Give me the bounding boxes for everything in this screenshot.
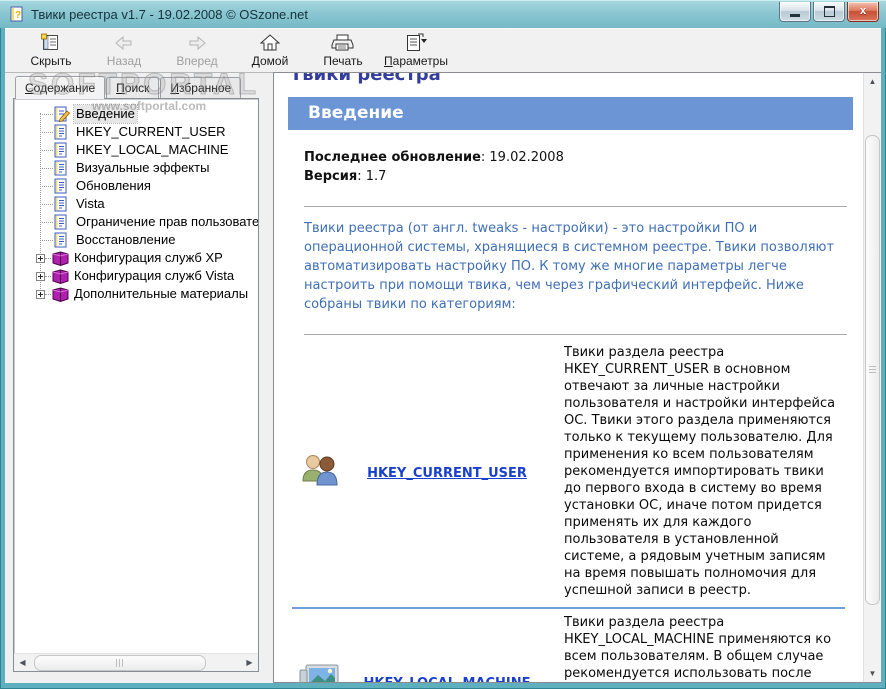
hide-button[interactable]: Скрыть — [15, 31, 87, 71]
back-label: Назад — [106, 54, 142, 68]
page-title: Твики реестра — [290, 73, 441, 85]
tree-horizontal-scrollbar[interactable]: ◀ ▶ — [14, 653, 258, 671]
scroll-right-arrow-icon[interactable]: ▶ — [241, 654, 258, 671]
forward-label: Вперед — [176, 54, 218, 68]
tree-item-vista[interactable]: Vista — [14, 195, 258, 213]
options-label: Параметры — [384, 54, 448, 68]
home-icon — [259, 34, 281, 51]
category-description: Твики раздела реестра HKEY_CURRENT_USER … — [564, 345, 836, 598]
tree-item-visual-effects[interactable]: Визуальные эффекты — [14, 159, 258, 177]
divider — [304, 334, 847, 335]
print-button[interactable]: Печать — [307, 31, 379, 71]
chm-help-file-icon: ? — [9, 6, 25, 22]
home-label: Домой — [251, 54, 289, 68]
tab-contents[interactable]: Содержание — [15, 76, 106, 99]
scroll-up-arrow-icon[interactable]: ▲ — [864, 73, 881, 90]
print-label: Печать — [323, 54, 363, 68]
divider — [304, 206, 847, 207]
expand-plus-icon[interactable] — [36, 290, 45, 299]
updated-label: Последнее обновление — [304, 150, 481, 165]
topic-content: Твики реестра Введение Последнее обновле… — [274, 73, 863, 682]
tab-search[interactable]: Поиск — [106, 77, 160, 98]
tree-item-services-vista[interactable]: Конфигурация служб Vista — [14, 267, 258, 285]
intro-paragraph: Твики реестра (от англ. tweaks - настрой… — [304, 221, 835, 312]
table-row: HKEY_CURRENT_USER Твики раздела реестра … — [292, 339, 845, 608]
scroll-down-arrow-icon[interactable]: ▼ — [864, 665, 881, 682]
close-button[interactable]: x — [847, 2, 879, 22]
topic-banner: Введение — [288, 97, 853, 130]
contents-tree: Введение HKEY_CURRENT_USER HKEY_LOCAL_MA… — [13, 98, 259, 672]
tree-item-updates[interactable]: Обновления — [14, 177, 258, 195]
app-window: ? Твики реестра v1.7 - 19.02.2008 © OSzo… — [0, 0, 886, 689]
print-icon — [331, 34, 354, 51]
minimize-icon — [790, 13, 800, 17]
options-button[interactable]: Параметры — [380, 31, 452, 71]
expand-plus-icon[interactable] — [36, 254, 45, 263]
categories-table: HKEY_CURRENT_USER Твики раздела реестра … — [292, 339, 845, 682]
expand-plus-icon[interactable] — [36, 272, 45, 281]
back-button: Назад — [88, 31, 160, 71]
tree-item-additional-materials[interactable]: Дополнительные материалы — [14, 285, 258, 303]
hscroll-thumb[interactable] — [34, 655, 206, 671]
version-label: Версия — [304, 169, 358, 184]
tree-item-hklm[interactable]: HKEY_LOCAL_MACHINE — [14, 141, 258, 159]
tree-item-restore[interactable]: Восстановление — [14, 231, 258, 249]
window-title: Твики реестра v1.7 - 19.02.2008 © OSzone… — [31, 6, 308, 22]
maximize-icon — [823, 6, 835, 17]
category-description: Твики раздела реестра HKEY_LOCAL_MACHINE… — [546, 607, 845, 682]
table-row: HKEY_LOCAL_MACHINE Твики раздела реестра… — [292, 607, 845, 682]
tree-item-vvedenie[interactable]: Введение — [14, 104, 258, 124]
hide-panel-icon — [41, 33, 58, 50]
forward-button: Вперед — [161, 31, 233, 71]
titlebar: ? Твики реестра v1.7 - 19.02.2008 © OSzo… — [0, 0, 886, 28]
link-hklm[interactable]: HKEY_LOCAL_MACHINE — [363, 676, 530, 682]
tab-favorites[interactable]: Избранное — [160, 77, 242, 98]
navigation-pane: Содержание Поиск Избранное Введение HKEY… — [5, 72, 267, 683]
version-value: : 1.7 — [357, 169, 387, 184]
updated-value: : 19.02.2008 — [480, 150, 564, 165]
users-icon — [299, 455, 341, 495]
home-button[interactable]: Домой — [234, 31, 306, 71]
tree-item-hkcu[interactable]: HKEY_CURRENT_USER — [14, 123, 258, 141]
toolbar: Скрыть Назад Вперед Домой Печать Парамет… — [5, 28, 881, 73]
content-vertical-scrollbar[interactable]: ▲ ▼ — [863, 73, 881, 682]
vscroll-thumb[interactable] — [865, 135, 880, 605]
meta-block: Последнее обновление: 19.02.2008 Версия:… — [304, 148, 849, 186]
options-icon — [407, 33, 427, 51]
maximize-button[interactable] — [813, 2, 845, 22]
minimize-button[interactable] — [779, 2, 811, 22]
tree-item-rights-restriction[interactable]: Ограничение прав пользователей — [14, 213, 258, 231]
back-arrow-icon — [115, 35, 132, 51]
hide-label: Скрыть — [30, 54, 72, 68]
close-icon: x — [859, 5, 867, 17]
book-icon — [51, 287, 70, 307]
tree-item-services-xp[interactable]: Конфигурация служб XP — [14, 249, 258, 267]
scroll-left-arrow-icon[interactable]: ◀ — [14, 654, 31, 671]
link-hkcu[interactable]: HKEY_CURRENT_USER — [367, 466, 527, 481]
svg-text:?: ? — [15, 10, 21, 21]
nav-tabs: Содержание Поиск Избранное — [13, 76, 267, 99]
forward-arrow-icon — [189, 35, 206, 51]
